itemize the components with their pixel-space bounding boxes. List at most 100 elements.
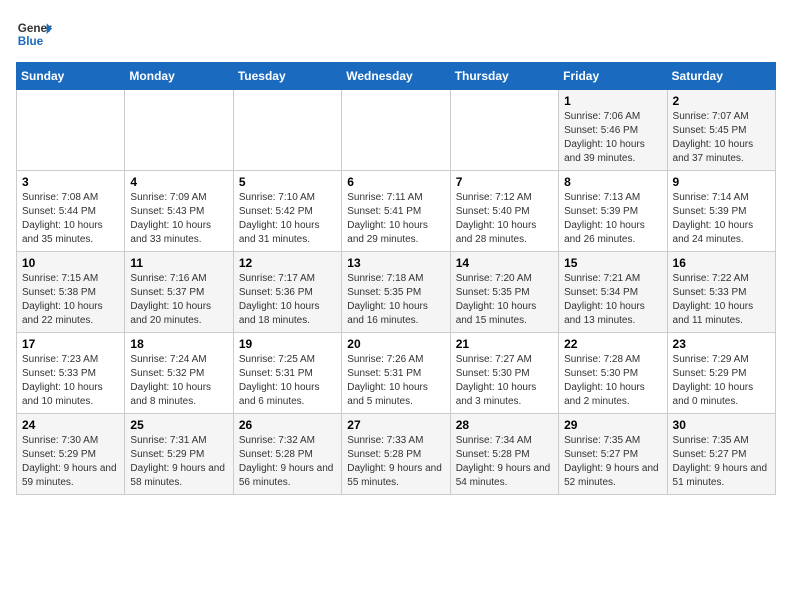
calendar-cell: 25 Sunrise: 7:31 AM Sunset: 5:29 PM Dayli… (125, 414, 233, 495)
day-number: 2 (673, 94, 770, 108)
day-info: Sunrise: 7:14 AM Sunset: 5:39 PM Dayligh… (673, 191, 770, 247)
day-info: Sunrise: 7:11 AM Sunset: 5:41 PM Dayligh… (347, 191, 444, 247)
day-info: Sunrise: 7:17 AM Sunset: 5:36 PM Dayligh… (239, 272, 336, 328)
weekday-header-saturday: Saturday (667, 63, 775, 90)
calendar-cell: 5Sunrise: 7:10 AM Sunset: 5:42 PM Daylig… (233, 171, 341, 252)
day-number: 26 (239, 418, 336, 432)
week-row-3: 10 Sunrise: 7:15 AM Sunset: 5:38 PM Dayli… (17, 252, 776, 333)
calendar-cell: 27 Sunrise: 7:33 AM Sunset: 5:28 PM Dayli… (342, 414, 450, 495)
calendar-cell (233, 90, 341, 171)
weekday-header-friday: Friday (559, 63, 667, 90)
day-info: Sunrise: 7:28 AM Sunset: 5:30 PM Dayligh… (564, 353, 661, 409)
week-row-4: 17 Sunrise: 7:23 AM Sunset: 5:33 PM Dayli… (17, 333, 776, 414)
day-info: Sunrise: 7:35 AM Sunset: 5:27 PM Dayligh… (673, 434, 770, 490)
calendar-cell: 7Sunrise: 7:12 AM Sunset: 5:40 PM Daylig… (450, 171, 558, 252)
calendar-cell: 16 Sunrise: 7:22 AM Sunset: 5:33 PM Dayli… (667, 252, 775, 333)
week-row-1: 1 Sunrise: 7:06 AM Sunset: 5:46 PM Daylig… (17, 90, 776, 171)
weekday-header-tuesday: Tuesday (233, 63, 341, 90)
day-info: Sunrise: 7:26 AM Sunset: 5:31 PM Dayligh… (347, 353, 444, 409)
calendar-cell: 17 Sunrise: 7:23 AM Sunset: 5:33 PM Dayli… (17, 333, 125, 414)
day-info: Sunrise: 7:07 AM Sunset: 5:45 PM Dayligh… (673, 110, 770, 166)
calendar-cell (450, 90, 558, 171)
calendar-cell: 1 Sunrise: 7:06 AM Sunset: 5:46 PM Daylig… (559, 90, 667, 171)
day-info: Sunrise: 7:34 AM Sunset: 5:28 PM Dayligh… (456, 434, 553, 490)
day-info: Sunrise: 7:15 AM Sunset: 5:38 PM Dayligh… (22, 272, 119, 328)
day-number: 17 (22, 337, 119, 351)
day-number: 23 (673, 337, 770, 351)
calendar-cell: 23 Sunrise: 7:29 AM Sunset: 5:29 PM Dayli… (667, 333, 775, 414)
day-number: 20 (347, 337, 444, 351)
week-row-2: 3Sunrise: 7:08 AM Sunset: 5:44 PM Daylig… (17, 171, 776, 252)
calendar-cell: 28Sunrise: 7:34 AM Sunset: 5:28 PM Dayli… (450, 414, 558, 495)
calendar-cell: 22 Sunrise: 7:28 AM Sunset: 5:30 PM Dayli… (559, 333, 667, 414)
day-info: Sunrise: 7:27 AM Sunset: 5:30 PM Dayligh… (456, 353, 553, 409)
calendar-cell: 6Sunrise: 7:11 AM Sunset: 5:41 PM Daylig… (342, 171, 450, 252)
calendar-cell: 26 Sunrise: 7:32 AM Sunset: 5:28 PM Dayli… (233, 414, 341, 495)
calendar-table: SundayMondayTuesdayWednesdayThursdayFrid… (16, 62, 776, 495)
day-number: 30 (673, 418, 770, 432)
calendar-cell: 15 Sunrise: 7:21 AM Sunset: 5:34 PM Dayli… (559, 252, 667, 333)
calendar-cell: 11 Sunrise: 7:16 AM Sunset: 5:37 PM Dayli… (125, 252, 233, 333)
day-number: 18 (130, 337, 227, 351)
calendar-cell (342, 90, 450, 171)
day-info: Sunrise: 7:31 AM Sunset: 5:29 PM Dayligh… (130, 434, 227, 490)
calendar-cell: 24 Sunrise: 7:30 AM Sunset: 5:29 PM Dayli… (17, 414, 125, 495)
header: General Blue (16, 16, 776, 52)
day-number: 1 (564, 94, 661, 108)
day-info: Sunrise: 7:32 AM Sunset: 5:28 PM Dayligh… (239, 434, 336, 490)
calendar-cell: 10 Sunrise: 7:15 AM Sunset: 5:38 PM Dayli… (17, 252, 125, 333)
weekday-header-row: SundayMondayTuesdayWednesdayThursdayFrid… (17, 63, 776, 90)
calendar-cell: 19 Sunrise: 7:25 AM Sunset: 5:31 PM Dayli… (233, 333, 341, 414)
day-info: Sunrise: 7:29 AM Sunset: 5:29 PM Dayligh… (673, 353, 770, 409)
weekday-header-thursday: Thursday (450, 63, 558, 90)
calendar-cell: 29Sunrise: 7:35 AM Sunset: 5:27 PM Dayli… (559, 414, 667, 495)
day-number: 4 (130, 175, 227, 189)
day-info: Sunrise: 7:08 AM Sunset: 5:44 PM Dayligh… (22, 191, 119, 247)
day-number: 9 (673, 175, 770, 189)
calendar-cell: 20 Sunrise: 7:26 AM Sunset: 5:31 PM Dayli… (342, 333, 450, 414)
day-number: 19 (239, 337, 336, 351)
day-number: 25 (130, 418, 227, 432)
calendar-cell: 14Sunrise: 7:20 AM Sunset: 5:35 PM Dayli… (450, 252, 558, 333)
calendar-cell: 13 Sunrise: 7:18 AM Sunset: 5:35 PM Dayli… (342, 252, 450, 333)
day-info: Sunrise: 7:21 AM Sunset: 5:34 PM Dayligh… (564, 272, 661, 328)
day-number: 7 (456, 175, 553, 189)
day-number: 15 (564, 256, 661, 270)
day-number: 16 (673, 256, 770, 270)
day-number: 10 (22, 256, 119, 270)
logo: General Blue (16, 16, 56, 52)
svg-text:Blue: Blue (18, 35, 44, 48)
day-info: Sunrise: 7:33 AM Sunset: 5:28 PM Dayligh… (347, 434, 444, 490)
day-number: 12 (239, 256, 336, 270)
day-number: 24 (22, 418, 119, 432)
calendar-cell: 8Sunrise: 7:13 AM Sunset: 5:39 PM Daylig… (559, 171, 667, 252)
day-number: 8 (564, 175, 661, 189)
weekday-header-monday: Monday (125, 63, 233, 90)
calendar-cell: 21Sunrise: 7:27 AM Sunset: 5:30 PM Dayli… (450, 333, 558, 414)
week-row-5: 24 Sunrise: 7:30 AM Sunset: 5:29 PM Dayli… (17, 414, 776, 495)
logo-icon: General Blue (16, 16, 52, 52)
calendar-cell: 4Sunrise: 7:09 AM Sunset: 5:43 PM Daylig… (125, 171, 233, 252)
calendar-cell: 12 Sunrise: 7:17 AM Sunset: 5:36 PM Dayli… (233, 252, 341, 333)
day-number: 27 (347, 418, 444, 432)
day-info: Sunrise: 7:30 AM Sunset: 5:29 PM Dayligh… (22, 434, 119, 490)
day-info: Sunrise: 7:25 AM Sunset: 5:31 PM Dayligh… (239, 353, 336, 409)
day-info: Sunrise: 7:06 AM Sunset: 5:46 PM Dayligh… (564, 110, 661, 166)
day-info: Sunrise: 7:22 AM Sunset: 5:33 PM Dayligh… (673, 272, 770, 328)
day-info: Sunrise: 7:10 AM Sunset: 5:42 PM Dayligh… (239, 191, 336, 247)
calendar-cell: 9 Sunrise: 7:14 AM Sunset: 5:39 PM Daylig… (667, 171, 775, 252)
calendar-cell: 30 Sunrise: 7:35 AM Sunset: 5:27 PM Dayli… (667, 414, 775, 495)
weekday-header-sunday: Sunday (17, 63, 125, 90)
day-info: Sunrise: 7:35 AM Sunset: 5:27 PM Dayligh… (564, 434, 661, 490)
day-number: 22 (564, 337, 661, 351)
calendar-cell (125, 90, 233, 171)
day-number: 13 (347, 256, 444, 270)
day-info: Sunrise: 7:23 AM Sunset: 5:33 PM Dayligh… (22, 353, 119, 409)
day-number: 11 (130, 256, 227, 270)
day-number: 14 (456, 256, 553, 270)
day-info: Sunrise: 7:16 AM Sunset: 5:37 PM Dayligh… (130, 272, 227, 328)
day-info: Sunrise: 7:24 AM Sunset: 5:32 PM Dayligh… (130, 353, 227, 409)
weekday-header-wednesday: Wednesday (342, 63, 450, 90)
day-info: Sunrise: 7:18 AM Sunset: 5:35 PM Dayligh… (347, 272, 444, 328)
calendar-cell (17, 90, 125, 171)
